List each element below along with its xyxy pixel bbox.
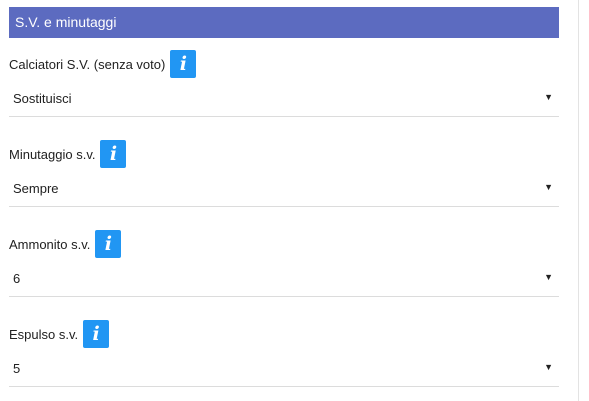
info-glyph: i xyxy=(179,53,187,75)
dropdown-arrow-icon: ▼ xyxy=(544,362,553,372)
info-glyph: i xyxy=(109,143,118,165)
field-calciatori-sv: Calciatori S.V. (senza voto) i Sostituis… xyxy=(9,50,559,140)
field-label-row: Minutaggio s.v. i xyxy=(9,140,127,168)
field-label-row: Ammonito s.v. i xyxy=(9,230,122,258)
field-label: Ammonito s.v. xyxy=(9,236,91,252)
select-ammonito-sv[interactable]: 6 ▼ xyxy=(9,263,559,297)
field-espulso-sv: Espulso s.v. i 5 ▼ xyxy=(9,320,559,401)
info-glyph: i xyxy=(92,323,100,345)
select-value: 5 xyxy=(13,361,21,376)
field-label: Espulso s.v. xyxy=(9,326,79,342)
select-value: Sostituisci xyxy=(13,91,72,106)
select-value: Sempre xyxy=(13,181,59,196)
section-header: S.V. e minutaggi xyxy=(9,7,559,38)
select-minutaggio-sv[interactable]: Sempre ▼ xyxy=(9,173,559,207)
settings-panel: S.V. e minutaggi Calciatori S.V. (senza … xyxy=(0,0,566,401)
info-icon[interactable]: i xyxy=(95,230,122,258)
field-label-row: Espulso s.v. i xyxy=(9,320,110,348)
vertical-divider xyxy=(578,0,579,401)
select-value: 6 xyxy=(13,271,21,286)
dropdown-arrow-icon: ▼ xyxy=(544,182,553,192)
settings-page: S.V. e minutaggi Calciatori S.V. (senza … xyxy=(0,0,589,401)
field-label-row: Calciatori S.V. (senza voto) i xyxy=(9,50,197,78)
field-label: Calciatori S.V. (senza voto) xyxy=(9,56,166,72)
select-calciatori-sv[interactable]: Sostituisci ▼ xyxy=(9,83,559,117)
dropdown-arrow-icon: ▼ xyxy=(544,272,553,282)
info-icon[interactable]: i xyxy=(100,140,127,168)
info-glyph: i xyxy=(104,233,112,255)
select-espulso-sv[interactable]: 5 ▼ xyxy=(9,353,559,387)
info-icon[interactable]: i xyxy=(83,320,110,348)
info-icon[interactable]: i xyxy=(170,50,197,78)
dropdown-arrow-icon: ▼ xyxy=(544,92,553,102)
field-ammonito-sv: Ammonito s.v. i 6 ▼ xyxy=(9,230,559,320)
field-label: Minutaggio s.v. xyxy=(9,146,96,162)
field-minutaggio-sv: Minutaggio s.v. i Sempre ▼ xyxy=(9,140,559,230)
